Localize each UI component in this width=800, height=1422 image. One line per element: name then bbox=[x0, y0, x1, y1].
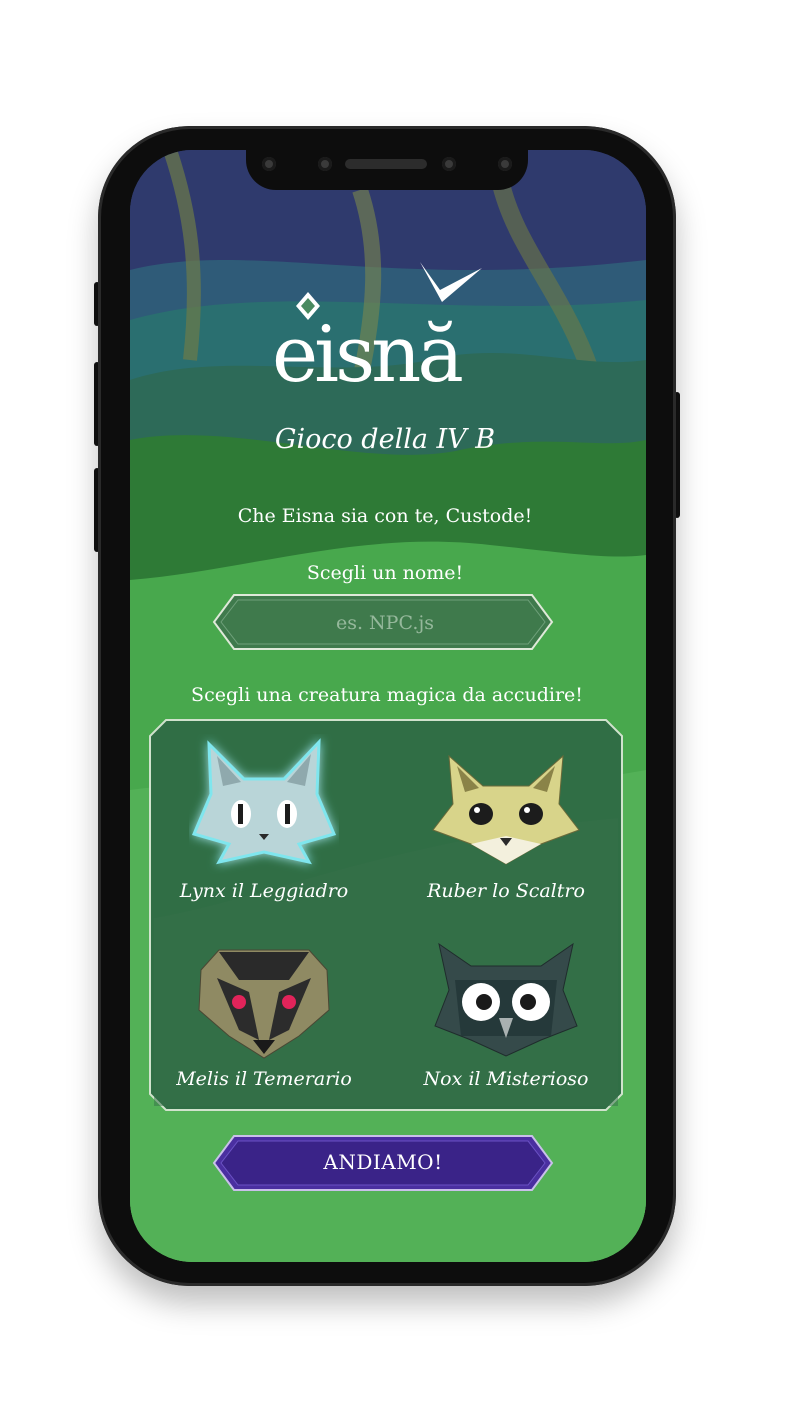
go-button[interactable]: ANDIAMO! bbox=[212, 1134, 554, 1192]
creature-label: Scegli una creatura magica da accudire! bbox=[191, 684, 583, 706]
owl-icon bbox=[434, 942, 578, 1057]
fox-icon bbox=[432, 754, 580, 865]
sensor-dot bbox=[262, 157, 276, 171]
name-input[interactable] bbox=[242, 602, 528, 644]
name-field[interactable] bbox=[212, 593, 554, 651]
creature-name-ruber: Ruber lo Scaltro bbox=[427, 880, 585, 902]
earpiece-speaker bbox=[345, 159, 427, 169]
sensor-dot-2 bbox=[498, 157, 512, 171]
creature-option-nox[interactable]: Nox il Misterioso bbox=[406, 940, 606, 1110]
creature-name-nox: Nox il Misterioso bbox=[423, 1068, 589, 1090]
creature-option-lynx[interactable]: Lynx il Leggiadro bbox=[164, 734, 364, 904]
lynx-cat-icon bbox=[191, 738, 337, 865]
badger-icon bbox=[198, 949, 330, 1059]
logo-wordmark: eisnă bbox=[272, 310, 464, 400]
greeting-text: Che Eisna sia con te, Custode! bbox=[237, 505, 533, 527]
creature-option-ruber[interactable]: Ruber lo Scaltro bbox=[406, 752, 606, 922]
camera-dot bbox=[318, 157, 332, 171]
name-label: Scegli un nome! bbox=[306, 562, 464, 584]
game-subtitle: Gioco della IV B bbox=[274, 424, 496, 455]
camera-dot-2 bbox=[442, 157, 456, 171]
creature-name-lynx: Lynx il Leggiadro bbox=[179, 880, 349, 902]
creature-name-melis: Melis il Temerario bbox=[176, 1068, 352, 1090]
creature-option-melis[interactable]: Melis il Temerario bbox=[164, 940, 364, 1110]
creature-selection-panel: Lynx il Leggiadro Ruber lo Scaltro Melis bbox=[148, 718, 624, 1112]
go-button-label: ANDIAMO! bbox=[323, 1150, 443, 1174]
